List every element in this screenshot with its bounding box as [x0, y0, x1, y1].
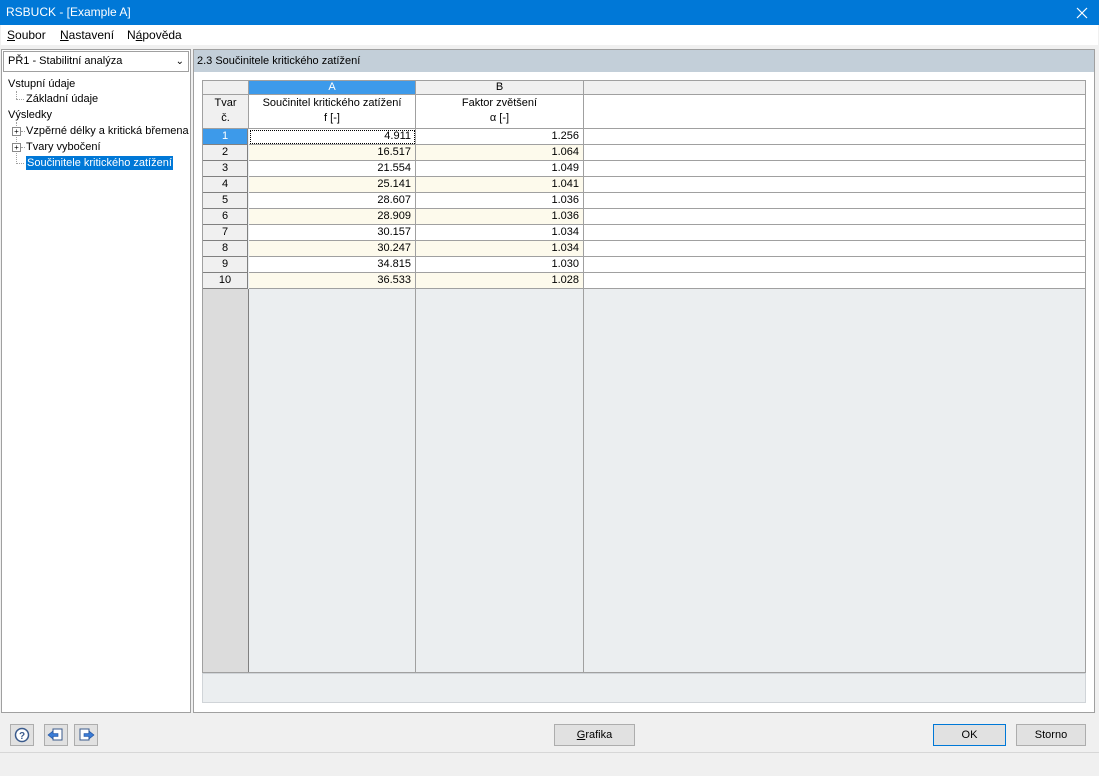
- empty-subheader: [584, 95, 1085, 129]
- cell-f[interactable]: 25.141: [249, 177, 416, 193]
- cell-f[interactable]: 36.533: [249, 273, 416, 289]
- cell-alpha[interactable]: 1.064: [416, 145, 584, 161]
- content-panel: 2.3 Součinitele kritického zatížení A B …: [193, 49, 1095, 713]
- close-button[interactable]: [1065, 0, 1099, 25]
- cell-alpha[interactable]: 1.034: [416, 241, 584, 257]
- svg-text:?: ?: [19, 731, 25, 742]
- column-a-unit: f [-]: [324, 112, 340, 124]
- cancel-button[interactable]: Storno: [1016, 724, 1086, 746]
- graphics-button[interactable]: Grafika: [554, 724, 635, 746]
- tree-input-basic[interactable]: Základní údaje: [26, 92, 98, 106]
- tree-buckling-lengths[interactable]: Vzpěrné délky a kritická břemena: [26, 124, 189, 138]
- cell-f[interactable]: 30.247: [249, 241, 416, 257]
- empty-header: [584, 81, 1085, 95]
- cell-f[interactable]: 28.607: [249, 193, 416, 209]
- cell-f[interactable]: 21.554: [249, 161, 416, 177]
- shape-header-line2: č.: [221, 112, 230, 124]
- menu-nastaveni[interactable]: Nastavení: [60, 28, 114, 42]
- next-icon: [79, 728, 95, 741]
- window-title: RSBUCK - [Example A]: [6, 5, 131, 19]
- row-header[interactable]: 3: [203, 161, 248, 177]
- row-header[interactable]: 7: [203, 225, 248, 241]
- row-header[interactable]: 10: [203, 273, 248, 289]
- column-b-unit: α [-]: [489, 112, 510, 124]
- shape-header-line1: Tvar: [214, 97, 237, 109]
- cell-alpha[interactable]: 1.049: [416, 161, 584, 177]
- menu-soubor[interactable]: Soubor: [7, 28, 46, 42]
- cell-alpha[interactable]: 1.036: [416, 209, 584, 225]
- column-a-header: Součinitel kritického zatížení f [-]: [249, 95, 416, 129]
- next-button[interactable]: [74, 724, 98, 746]
- case-selector-value: PŘ1 - Stabilitní analýza: [8, 55, 123, 67]
- table-footer-area: [202, 673, 1086, 703]
- cell-f[interactable]: 16.517: [249, 145, 416, 161]
- column-divider: [583, 289, 584, 672]
- row-header[interactable]: 9: [203, 257, 248, 273]
- row-header[interactable]: 5: [203, 193, 248, 209]
- cell-alpha[interactable]: 1.256: [416, 129, 584, 145]
- close-icon: [1076, 7, 1088, 18]
- column-letter-a[interactable]: A: [249, 81, 416, 95]
- cell-f[interactable]: 30.157: [249, 225, 416, 241]
- ok-button[interactable]: OK: [933, 724, 1006, 746]
- shape-no-header: Tvar č.: [203, 95, 249, 129]
- row-header-filler: [203, 289, 249, 672]
- cell-alpha[interactable]: 1.036: [416, 193, 584, 209]
- status-bar: [0, 752, 1099, 776]
- column-divider: [415, 289, 416, 672]
- cell-alpha[interactable]: 1.028: [416, 273, 584, 289]
- tree-critical-factors[interactable]: Součinitele kritického zatížení: [26, 156, 173, 170]
- tree-input-group[interactable]: Vstupní údaje: [8, 77, 75, 91]
- cell-alpha[interactable]: 1.041: [416, 177, 584, 193]
- row-header[interactable]: 6: [203, 209, 248, 225]
- menu-bar: Soubor Nastavení Nápověda: [1, 25, 1098, 45]
- corner-header: [203, 81, 249, 95]
- column-letter-b[interactable]: B: [416, 81, 584, 95]
- help-icon: ?: [14, 727, 30, 743]
- navigator-panel: PŘ1 - Stabilitní analýza ⌄ Vstupní údaje…: [1, 49, 191, 713]
- results-table: A B Tvar č. Součinitel kritického zatíže…: [202, 80, 1086, 673]
- row-header[interactable]: 8: [203, 241, 248, 257]
- tree-results-group[interactable]: Výsledky: [8, 108, 52, 122]
- chevron-down-icon: ⌄: [175, 56, 184, 67]
- cell-alpha[interactable]: 1.030: [416, 257, 584, 273]
- row-header[interactable]: 1: [203, 129, 248, 145]
- column-a-title: Součinitel kritického zatížení: [262, 97, 402, 109]
- cell-f[interactable]: 28.909: [249, 209, 416, 225]
- previous-button[interactable]: [44, 724, 68, 746]
- previous-icon: [47, 728, 63, 741]
- section-title: 2.3 Součinitele kritického zatížení: [194, 50, 1094, 72]
- row-header[interactable]: 4: [203, 177, 248, 193]
- cell-f[interactable]: 34.815: [249, 257, 416, 273]
- row-header[interactable]: 2: [203, 145, 248, 161]
- column-b-title: Faktor zvětšení: [461, 97, 538, 109]
- menu-napoveda[interactable]: Nápověda: [127, 28, 182, 42]
- title-bar: RSBUCK - [Example A]: [0, 0, 1099, 25]
- expand-icon[interactable]: +: [12, 143, 21, 152]
- expand-icon[interactable]: +: [12, 127, 21, 136]
- help-button[interactable]: ?: [10, 724, 34, 746]
- cell-alpha[interactable]: 1.034: [416, 225, 584, 241]
- tree-buckling-shapes[interactable]: Tvary vybočení: [26, 140, 101, 154]
- case-selector[interactable]: PŘ1 - Stabilitní analýza ⌄: [3, 51, 189, 72]
- column-b-header: Faktor zvětšení α [-]: [416, 95, 584, 129]
- cell-f[interactable]: 4.911: [249, 129, 416, 145]
